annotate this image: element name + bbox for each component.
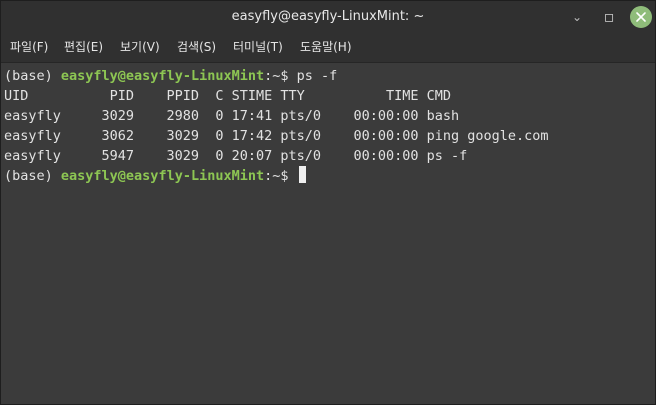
conda-env: (base) <box>4 68 61 84</box>
terminal-output[interactable]: (base) easyfly@easyfly-LinuxMint:~$ ps -… <box>1 62 655 404</box>
close-icon <box>636 12 646 22</box>
command-text: ps -f <box>296 68 338 84</box>
ps-row: easyfly 3062 3029 0 17:42 pts/0 00:00:00… <box>4 128 549 144</box>
menu-bar: 파일(F) 편집(E) 보기(V) 검색(S) 터미널(T) 도움말(H) <box>1 33 655 62</box>
prompt-userhost: easyfly@easyfly-LinuxMint <box>60 68 265 84</box>
ps-header: UID PID PPID C STIME TTY TIME CMD <box>4 88 452 104</box>
window-title: easyfly@easyfly-LinuxMint: ~ <box>231 9 425 24</box>
menu-search[interactable]: 검색(S) <box>177 39 216 55</box>
menu-file[interactable]: 파일(F) <box>10 39 48 55</box>
prompt-cwd: :~$ <box>264 168 297 184</box>
ps-row: easyfly 5947 3029 0 20:07 pts/0 00:00:00… <box>4 148 468 164</box>
ps-row: easyfly 3029 2980 0 17:41 pts/0 00:00:00… <box>4 108 460 124</box>
menu-help[interactable]: 도움말(H) <box>300 39 352 55</box>
prompt-cwd: :~$ <box>264 68 297 84</box>
title-bar[interactable]: easyfly@easyfly-LinuxMint: ~ ⌄ ▫ <box>1 1 655 33</box>
menu-terminal[interactable]: 터미널(T) <box>233 39 283 55</box>
scrollbar[interactable] <box>649 63 655 404</box>
terminal-window: easyfly@easyfly-LinuxMint: ~ ⌄ ▫ 파일(F) 편… <box>0 0 656 405</box>
maximize-button[interactable]: ▫ <box>598 6 620 28</box>
menu-edit[interactable]: 편집(E) <box>64 39 103 55</box>
prompt-line: (base) easyfly@easyfly-LinuxMint:~$ ps -… <box>4 66 337 86</box>
conda-env: (base) <box>4 168 61 184</box>
menu-view[interactable]: 보기(V) <box>120 39 160 55</box>
prompt-userhost: easyfly@easyfly-LinuxMint <box>60 168 265 184</box>
text-cursor <box>298 166 306 183</box>
prompt-line: (base) easyfly@easyfly-LinuxMint:~$ <box>4 166 306 186</box>
close-button[interactable] <box>630 6 652 28</box>
minimize-button[interactable]: ⌄ <box>566 6 588 28</box>
